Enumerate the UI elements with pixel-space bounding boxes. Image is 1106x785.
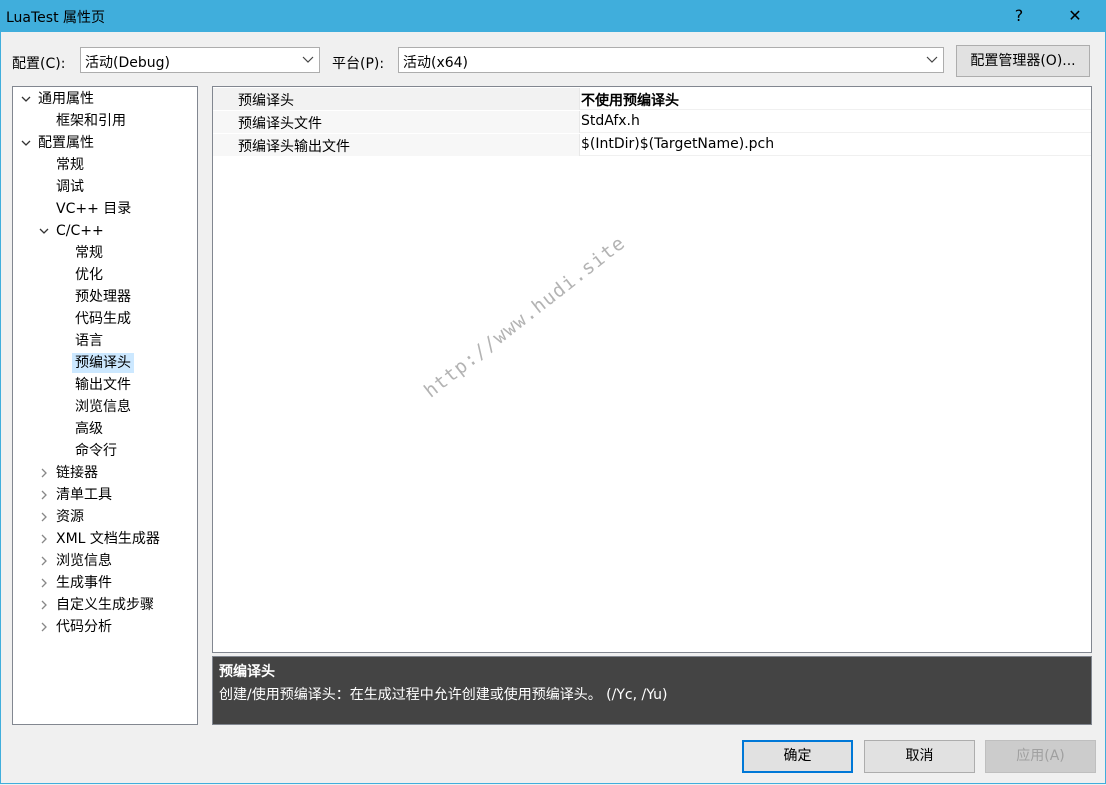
property-name: 预编译头文件	[238, 116, 322, 132]
tree-item-label: 代码分析	[56, 619, 112, 635]
chevron-right-icon[interactable]	[39, 556, 49, 566]
property-value[interactable]: StdAfx.h	[581, 113, 640, 129]
config-combo-value: 活动(Debug)	[85, 55, 170, 71]
description-panel: 预编译头 创建/使用预编译头：在生成过程中允许创建或使用预编译头。 (/Yc, …	[212, 656, 1092, 725]
property-name: 预编译头输出文件	[238, 139, 350, 155]
chevron-right-icon[interactable]	[39, 578, 49, 588]
chevron-down-icon[interactable]	[39, 226, 49, 236]
tree-item-label: 浏览信息	[75, 399, 131, 415]
chevron-right-icon[interactable]	[39, 622, 49, 632]
tree-item[interactable]: 浏览信息	[13, 551, 197, 571]
tree-item-label: 代码生成	[75, 311, 131, 327]
property-value[interactable]: $(IntDir)$(TargetName).pch	[581, 136, 774, 152]
property-tree: 通用属性 框架和引用 配置属性 常规 调试 VC++ 目录 C/C++ 常规 优化 预处理器 代码生…	[12, 86, 198, 725]
description-text: 创建/使用预编译头：在生成过程中允许创建或使用预编译头。 (/Yc, /Yu)	[219, 687, 668, 703]
tree-item-label: 清单工具	[56, 487, 112, 503]
property-name-cell: 预编译头输出文件	[213, 134, 580, 156]
tree-item[interactable]: 链接器	[13, 463, 197, 483]
platform-combo-value: 活动(x64)	[403, 55, 469, 71]
property-grid: 预编译头 不使用预编译头预编译头文件 StdAfx.h 预编译头输出文件 $(IntDi…	[212, 86, 1092, 653]
tree-item[interactable]: 语言	[13, 331, 197, 351]
tree-item[interactable]: XML 文档生成器	[13, 529, 197, 549]
tree-item-label: 预编译头	[72, 353, 134, 373]
tree-item[interactable]: 命令行	[13, 441, 197, 461]
tree-item[interactable]: 资源	[13, 507, 197, 527]
property-name-cell: 预编译头	[213, 88, 580, 110]
chevron-down-icon	[302, 56, 314, 63]
tree-item[interactable]: VC++ 目录	[13, 199, 197, 219]
tree-item-label: 高级	[75, 421, 103, 437]
tree-item[interactable]: 生成事件	[13, 573, 197, 593]
chevron-down-icon[interactable]	[21, 138, 31, 148]
tree-item-label: 链接器	[56, 465, 98, 481]
tree-item[interactable]: 自定义生成步骤	[13, 595, 197, 615]
tree-item-label: 调试	[56, 179, 84, 195]
tree-item[interactable]: 优化	[13, 265, 197, 285]
tree-item-label: 常规	[56, 157, 84, 173]
tree-item-label: 配置属性	[38, 135, 94, 151]
tree-item-label: 资源	[56, 509, 84, 525]
tree-item-label: 输出文件	[75, 377, 131, 393]
tree-item-label: VC++ 目录	[56, 201, 132, 217]
chevron-down-icon[interactable]	[21, 94, 31, 104]
chevron-right-icon[interactable]	[39, 600, 49, 610]
cancel-button[interactable]: 取消	[864, 740, 975, 773]
help-button[interactable]: ?	[996, 0, 1042, 32]
apply-button[interactable]: 应用(A)	[985, 740, 1096, 773]
tree-item-label: 预处理器	[75, 289, 131, 305]
tree-item-label: 常规	[75, 245, 103, 261]
tree-item[interactable]: 预处理器	[13, 287, 197, 307]
tree-item[interactable]: 调试	[13, 177, 197, 197]
tree-item[interactable]: 框架和引用	[13, 111, 197, 131]
tree-item-label: 框架和引用	[56, 113, 126, 129]
property-row[interactable]: 预编译头 不使用预编译头	[213, 88, 1091, 110]
config-combo[interactable]: 活动(Debug)	[80, 47, 320, 73]
tree-item[interactable]: 清单工具	[13, 485, 197, 505]
tree-item[interactable]: 代码生成	[13, 309, 197, 329]
config-label: 配置(C):	[12, 56, 66, 72]
property-name: 预编译头	[238, 93, 294, 109]
property-value[interactable]: 不使用预编译头	[581, 90, 679, 110]
description-title: 预编译头	[219, 664, 275, 680]
property-name-cell: 预编译头文件	[213, 111, 580, 133]
ok-button[interactable]: 确定	[742, 740, 853, 773]
chevron-right-icon[interactable]	[39, 534, 49, 544]
tree-item-label: 语言	[75, 333, 103, 349]
property-row[interactable]: 预编译头文件 StdAfx.h	[213, 111, 1091, 133]
tree-item[interactable]: 常规	[13, 155, 197, 175]
chevron-right-icon[interactable]	[39, 468, 49, 478]
chevron-down-icon	[926, 56, 938, 63]
close-button[interactable]: ✕	[1052, 0, 1098, 32]
tree-item-label: XML 文档生成器	[56, 531, 160, 547]
tree-item-label: 优化	[75, 267, 103, 283]
tree-item[interactable]: 常规	[13, 243, 197, 263]
platform-combo[interactable]: 活动(x64)	[398, 47, 944, 73]
tree-item[interactable]: C/C++	[13, 221, 197, 241]
tree-item[interactable]: 配置属性	[13, 133, 197, 153]
tree-item-label: 生成事件	[56, 575, 112, 591]
tree-item[interactable]: 通用属性	[13, 89, 197, 109]
title-bar: LuaTest 属性页 ? ✕	[0, 0, 1106, 32]
config-manager-button[interactable]: 配置管理器(O)...	[956, 45, 1090, 77]
property-row[interactable]: 预编译头输出文件 $(IntDir)$(TargetName).pch	[213, 134, 1091, 156]
platform-label: 平台(P):	[332, 56, 385, 72]
tree-item[interactable]: 浏览信息	[13, 397, 197, 417]
tree-item[interactable]: 代码分析	[13, 617, 197, 637]
tree-item-label: C/C++	[56, 223, 104, 239]
chevron-right-icon[interactable]	[39, 490, 49, 500]
chevron-right-icon[interactable]	[39, 512, 49, 522]
tree-item-label: 通用属性	[38, 91, 94, 107]
tree-item-label: 命令行	[75, 443, 117, 459]
window-title: LuaTest 属性页	[6, 10, 106, 26]
tree-item[interactable]: 输出文件	[13, 375, 197, 395]
tree-item-label: 自定义生成步骤	[56, 597, 154, 613]
tree-item[interactable]: 预编译头	[13, 353, 197, 373]
tree-item-label: 浏览信息	[56, 553, 112, 569]
tree-item[interactable]: 高级	[13, 419, 197, 439]
